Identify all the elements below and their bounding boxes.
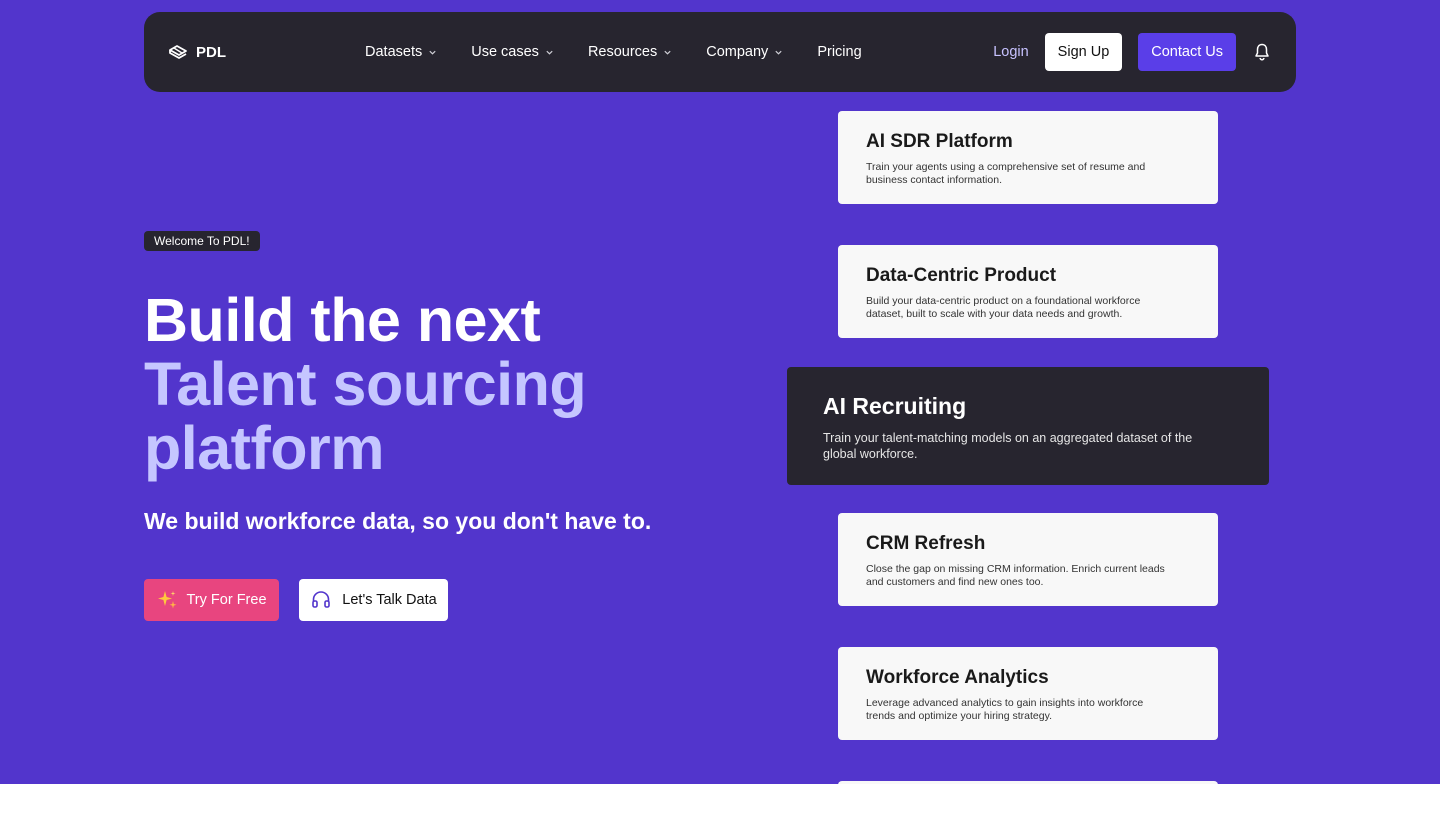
brand-logo[interactable]: PDL xyxy=(168,42,226,62)
brand-name: PDL xyxy=(196,43,226,61)
card-title: Data-Centric Product xyxy=(866,265,1057,286)
hero-section: PDL Datasets Use cases Resources Company… xyxy=(0,0,1440,784)
card-description: Leverage advanced analytics to gain insi… xyxy=(866,697,1144,722)
card-title: AI SDR Platform xyxy=(866,131,1013,152)
use-case-card-next[interactable] xyxy=(838,781,1218,784)
lets-talk-data-label: Let's Talk Data xyxy=(342,592,437,608)
nav-item-datasets[interactable]: Datasets xyxy=(365,44,437,60)
card-description: Train your agents using a comprehensive … xyxy=(866,161,1146,186)
nav-item-label: Use cases xyxy=(471,44,539,60)
nav-item-label: Company xyxy=(706,44,769,60)
headline-line-2: Talent sourcing xyxy=(144,350,587,418)
chevron-down-icon xyxy=(664,50,671,55)
contact-us-button[interactable]: Contact Us xyxy=(1138,33,1236,71)
nav-item-use-cases[interactable]: Use cases xyxy=(471,44,554,60)
use-case-card-data-centric[interactable]: Data-Centric Product Build your data-cen… xyxy=(838,245,1218,338)
hero-subhead: We build workforce data, so you don't ha… xyxy=(144,508,652,534)
try-for-free-label: Try For Free xyxy=(186,592,267,608)
try-for-free-button[interactable]: Try For Free xyxy=(144,579,279,621)
use-case-card-ai-sdr[interactable]: AI SDR Platform Train your agents using … xyxy=(838,111,1218,204)
chevron-down-icon xyxy=(775,50,782,55)
card-description: Close the gap on missing CRM information… xyxy=(866,563,1165,588)
chevron-down-icon xyxy=(429,50,436,55)
card-title: AI Recruiting xyxy=(823,393,967,419)
use-case-card-workforce-analytics[interactable]: Workforce Analytics Leverage advanced an… xyxy=(838,647,1218,740)
nav-item-label: Resources xyxy=(587,44,658,60)
sparkle-icon xyxy=(158,591,177,609)
lets-talk-data-button[interactable]: Let's Talk Data xyxy=(299,579,448,621)
card-title: Workforce Analytics xyxy=(866,667,1049,688)
hero-headline: Build the next Talent sourcing platform xyxy=(144,286,587,482)
sign-up-button[interactable]: Sign Up xyxy=(1044,33,1123,71)
nav-item-resources[interactable]: Resources xyxy=(588,44,672,60)
headline-line-3: platform xyxy=(144,414,385,482)
card-description: Train your talent-matching models on an … xyxy=(823,431,1193,461)
nav-item-pricing[interactable]: Pricing xyxy=(817,44,861,60)
nav-links: Datasets Use cases Resources Company Pri… xyxy=(365,12,896,92)
card-description: Build your data-centric product on a fou… xyxy=(866,295,1141,320)
chevron-down-icon xyxy=(546,50,553,55)
top-navbar: PDL Datasets Use cases Resources Company… xyxy=(144,12,1296,92)
headset-icon xyxy=(312,591,331,608)
welcome-badge: Welcome To PDL! xyxy=(144,231,260,251)
use-case-card-crm-refresh[interactable]: CRM Refresh Close the gap on missing CRM… xyxy=(838,513,1218,606)
card-title: CRM Refresh xyxy=(866,533,986,554)
nav-item-label: Datasets xyxy=(365,44,423,60)
use-case-card-ai-recruiting[interactable]: AI Recruiting Train your talent-matching… xyxy=(787,367,1269,485)
headline-line-1: Build the next xyxy=(144,286,541,354)
nav-actions: Login Sign Up Contact Us xyxy=(993,12,1272,92)
nav-item-label: Pricing xyxy=(817,44,862,60)
pdl-logo-icon xyxy=(169,45,187,59)
nav-item-company[interactable]: Company xyxy=(706,44,783,60)
bell-icon[interactable] xyxy=(1252,42,1272,62)
login-link[interactable]: Login xyxy=(993,44,1028,60)
